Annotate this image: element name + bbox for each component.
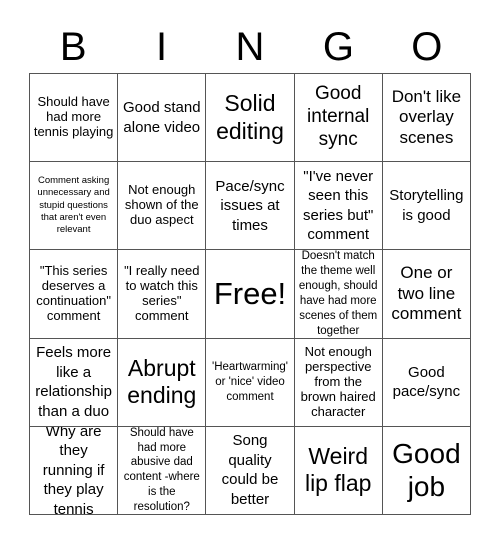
- header-letter-g: G: [322, 25, 354, 69]
- bingo-cell[interactable]: Solid editing: [206, 74, 295, 163]
- bingo-cell[interactable]: Song quality could be better: [206, 426, 295, 515]
- bingo-cell[interactable]: Don't like overlay scenes: [382, 74, 471, 163]
- header-letter-o: O: [411, 25, 443, 69]
- header-letter-b: B: [59, 25, 87, 69]
- bingo-cell[interactable]: "I really need to watch this series" com…: [118, 250, 207, 339]
- free-space[interactable]: Free!: [206, 250, 295, 339]
- bingo-grid: Should have had more tennis playing Good…: [29, 73, 471, 515]
- bingo-cell[interactable]: Doesn't match the theme well enough, sho…: [294, 250, 383, 339]
- bingo-cell[interactable]: Good internal sync: [294, 74, 383, 163]
- bingo-cell[interactable]: Storytelling is good: [382, 162, 471, 251]
- bingo-cell[interactable]: Not enough shown of the duo aspect: [118, 162, 207, 251]
- bingo-header: B I N G O: [29, 22, 471, 72]
- header-letter-n: N: [235, 25, 265, 69]
- bingo-cell[interactable]: Weird lip flap: [294, 426, 383, 515]
- bingo-cell[interactable]: Good stand alone video: [118, 74, 207, 163]
- bingo-cell[interactable]: Good pace/sync: [382, 338, 471, 427]
- bingo-cell[interactable]: "This series deserves a continuation" co…: [30, 250, 119, 339]
- bingo-cell[interactable]: Should have had more tennis playing: [30, 74, 119, 163]
- bingo-cell[interactable]: Why are they running if they play tennis: [30, 426, 119, 515]
- bingo-cell[interactable]: Comment asking unnecessary and stupid qu…: [30, 162, 119, 251]
- bingo-cell[interactable]: Feels more like a relationship than a du…: [30, 338, 119, 427]
- header-letter-i: I: [156, 25, 168, 69]
- bingo-cell[interactable]: Should have had more abusive dad content…: [118, 426, 207, 515]
- bingo-cell[interactable]: One or two line comment: [382, 250, 471, 339]
- bingo-cell[interactable]: 'Heartwarming' or 'nice' video comment: [206, 338, 295, 427]
- bingo-cell[interactable]: "I've never seen this series but" commen…: [294, 162, 383, 251]
- bingo-cell[interactable]: Good job: [382, 426, 471, 515]
- bingo-cell[interactable]: Not enough perspective from the brown ha…: [294, 338, 383, 427]
- bingo-cell[interactable]: Abrupt ending: [118, 338, 207, 427]
- bingo-cell[interactable]: Pace/sync issues at times: [206, 162, 295, 251]
